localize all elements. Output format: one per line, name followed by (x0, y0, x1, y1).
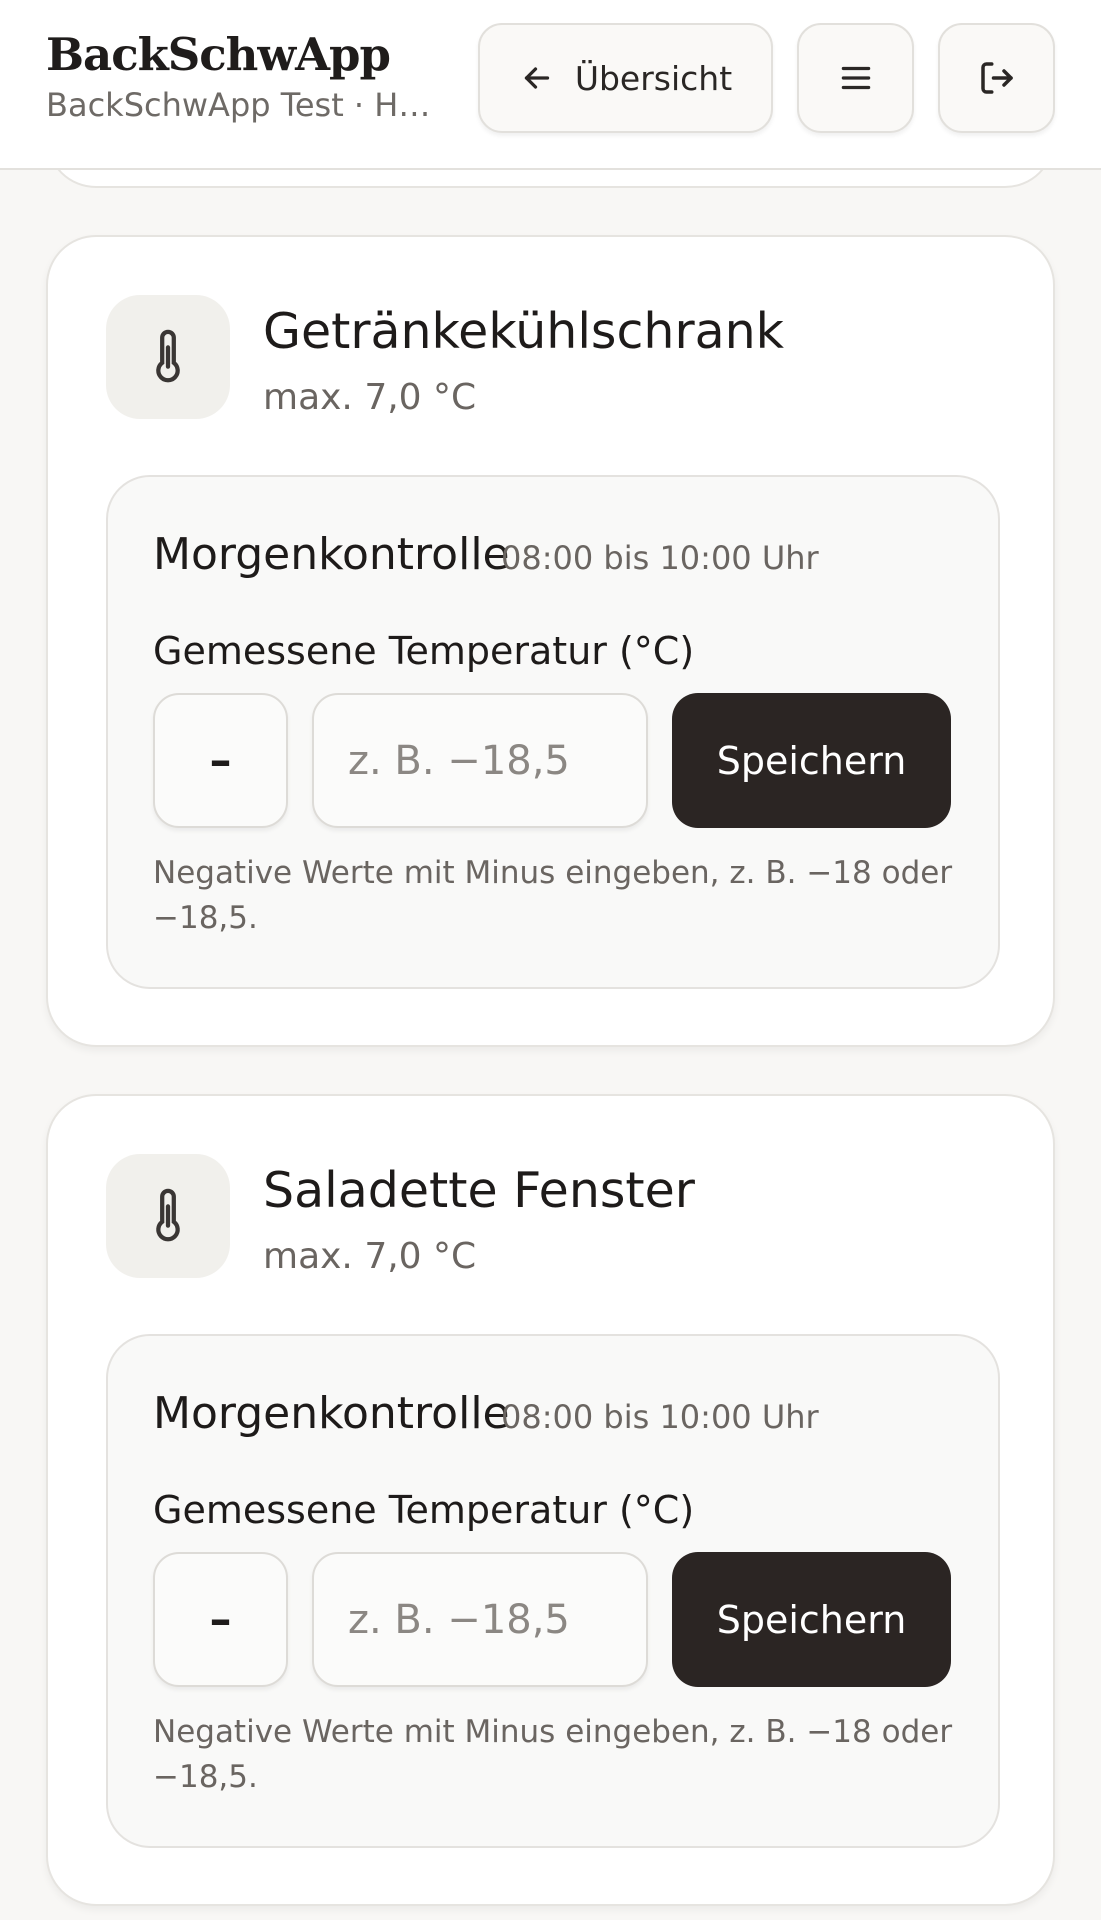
check-panel: Morgenkontrolle 08:00 bis 10:00 Uhr Geme… (106, 1334, 1000, 1848)
unit-max-temp: max. 7,0 °C (263, 377, 477, 418)
thermometer-tile (106, 295, 230, 419)
save-button[interactable]: Speichern (672, 1552, 951, 1687)
temperature-input[interactable] (312, 1552, 648, 1687)
cooling-unit-card: Getränkekühlschrank max. 7,0 °C Morgenko… (46, 235, 1055, 1047)
unit-name: Getränkekühlschrank (263, 303, 785, 360)
back-button-label: Übersicht (574, 58, 733, 98)
app-title: BackSchwApp (46, 28, 391, 81)
minus-sign-button[interactable]: – (153, 1552, 288, 1687)
thermometer-tile (106, 1154, 230, 1278)
check-time-window: 08:00 bis 10:00 Uhr (501, 1398, 819, 1436)
brand: BackSchwApp BackSchwApp Test · Ha... (46, 26, 446, 124)
check-time-window: 08:00 bis 10:00 Uhr (501, 539, 819, 577)
thermometer-icon (148, 328, 188, 386)
save-button[interactable]: Speichern (672, 693, 951, 828)
thermometer-icon (148, 1187, 188, 1245)
unit-max-temp: max. 7,0 °C (263, 1236, 477, 1277)
logout-icon (976, 57, 1018, 99)
logout-button[interactable] (938, 23, 1055, 133)
minus-sign-button[interactable]: – (153, 693, 288, 828)
back-to-overview-button[interactable]: Übersicht (478, 23, 773, 133)
temperature-field-label: Gemessene Temperatur (°C) (153, 629, 695, 673)
check-name: Morgenkontrolle (153, 529, 510, 580)
cooling-unit-card: Saladette Fenster max. 7,0 °C Morgenkont… (46, 1094, 1055, 1906)
unit-name: Saladette Fenster (263, 1162, 695, 1219)
app-header: BackSchwApp BackSchwApp Test · Ha... Übe… (0, 0, 1101, 170)
input-hint: Negative Werte mit Minus eingeben, z. B.… (153, 855, 953, 936)
check-panel: Morgenkontrolle 08:00 bis 10:00 Uhr Geme… (106, 475, 1000, 989)
temperature-input[interactable] (312, 693, 648, 828)
temperature-field-label: Gemessene Temperatur (°C) (153, 1488, 695, 1532)
arrow-left-icon (519, 60, 555, 96)
input-hint: Negative Werte mit Minus eingeben, z. B.… (153, 1714, 953, 1795)
app-subtitle: BackSchwApp Test · Ha... (46, 86, 436, 124)
hamburger-menu-icon (837, 59, 875, 97)
check-name: Morgenkontrolle (153, 1388, 510, 1439)
menu-button[interactable] (797, 23, 914, 133)
